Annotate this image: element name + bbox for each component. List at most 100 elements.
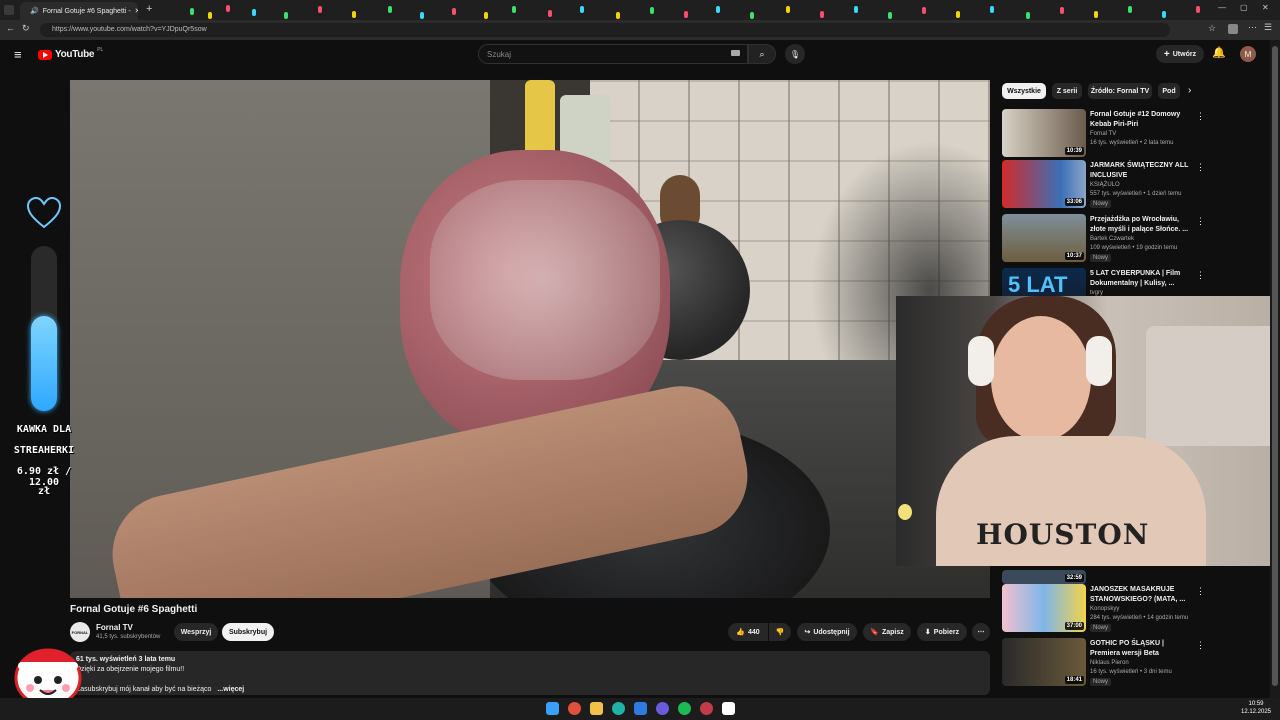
folder-icon[interactable] [590,702,603,715]
chip-source[interactable]: Źródło: Fornal TV [1088,83,1152,99]
description-line: Zasubskrybuj mój kanał aby być na bieżąc… [76,686,245,693]
video-title[interactable]: 5 LAT CYBERPUNKA | Film Dokumentalny | K… [1090,269,1194,289]
video-title[interactable]: GOTHIC PO ŚLĄSKU | Premiera wersji Beta [1090,639,1194,659]
save-button[interactable]: 🔖 Zapisz [863,623,911,641]
video-player[interactable] [70,80,990,598]
youtube-logo[interactable]: YouTube PL [38,46,104,60]
video-meta: 16 tys. wyświetleń • 3 dni temu [1090,669,1172,675]
start-icon[interactable] [546,702,559,715]
thumbnail[interactable]: 33:06 [1002,160,1086,208]
minimize-icon[interactable]: — [1218,3,1226,12]
channel-name[interactable]: Niklaus Pieron [1090,660,1129,666]
donation-title-line2: STREAHERKI [13,445,75,456]
video-title[interactable]: JANOSZEK MASAKRUJE STANOWSKIEGO? (MATA, … [1090,585,1194,605]
close-window-icon[interactable]: ✕ [1262,3,1269,12]
search-input[interactable]: Szukaj [478,44,748,64]
keyboard-icon[interactable] [731,50,740,56]
taskbar-app-icon[interactable] [722,702,735,715]
star-icon[interactable]: ☆ [1208,23,1216,34]
list-item[interactable]: 5 LAT 5 LAT CYBERPUNKA | Film Dokumental… [1002,268,1272,296]
more-icon[interactable]: ⋮ [1196,640,1205,651]
list-item[interactable]: 10:39 Fornal Gotuje #12 Domowy Kebab Pir… [1002,109,1272,157]
channel-name[interactable]: KSIĄŻULO [1090,182,1120,188]
back-icon[interactable]: ← [6,23,15,33]
spotify-icon[interactable] [678,702,691,715]
headphones [968,336,994,386]
more-icon[interactable]: ⋮ [1196,216,1205,227]
webcam-overlay: HOUSTON [896,296,1280,566]
video-title[interactable]: Fornal Gotuje #12 Domowy Kebab Piri-Piri [1090,110,1194,130]
speaker-icon[interactable]: 🔊 [30,7,39,15]
chip-more[interactable]: Pod [1158,83,1180,99]
create-button[interactable]: + Utwórz [1156,45,1204,63]
region-code: PL [97,46,104,53]
sidebar-toggle-icon[interactable]: ☰ [1264,22,1272,33]
more-icon[interactable]: ⋮ [1196,586,1205,597]
system-clock[interactable]: 10:59 12.12.2025 [1236,700,1276,716]
bell-icon[interactable]: 🔔 [1212,46,1226,59]
channel-name-main[interactable]: Fornal TV [96,623,133,632]
plus-icon: + [1163,48,1170,60]
url-field[interactable]: https://www.youtube.com/watch?v=YJDpuQr5… [40,23,1170,37]
more-icon[interactable]: ⋮ [1196,162,1205,173]
like-icon: 👍 [736,629,746,636]
duration-badge: 32:59 [1064,574,1084,582]
chip-series[interactable]: Z serii [1052,83,1082,99]
list-item[interactable]: 32:59 [1002,570,1272,584]
edge-icon[interactable] [612,702,625,715]
channel-name[interactable]: Bartek Czwartek [1090,236,1134,242]
thumbnail[interactable]: 37:00 [1002,584,1086,632]
video-meta: 557 tys. wyświetleń • 1 dzień temu [1090,191,1182,197]
list-item[interactable]: 18:41 GOTHIC PO ŚLĄSKU | Premiera wersji… [1002,638,1272,686]
new-badge: Nowy [1090,254,1112,262]
browser-tab-active[interactable]: 🔊 Fornal Gotuje #6 Spaghetti - ✕ [20,2,138,20]
duck-figurine [898,504,912,520]
mic-button[interactable]: 🎙 [785,44,805,64]
maximize-icon[interactable]: ▢ [1240,3,1248,12]
taskbar-app-icon[interactable] [634,702,647,715]
extensions-icon[interactable] [1228,24,1238,34]
list-item[interactable]: 10:37 Przejażdżka po Wrocławiu, złote my… [1002,214,1272,262]
like-count: 440 [748,628,760,636]
hoodie-text: HOUSTON [976,518,1150,551]
video-title[interactable]: JARMARK ŚWIĄTECZNY ALL INCLUSIVE [1090,161,1194,181]
taskbar-app-icon[interactable] [700,702,713,715]
avatar[interactable]: M [1240,46,1256,62]
new-tab-button[interactable]: + [146,3,152,15]
chip-all[interactable]: Wszystkie [1002,83,1046,99]
video-stats: 61 tys. wyświetleń 3 lata temu [76,656,176,663]
share-button[interactable]: ↪ Udostępnij [797,623,857,641]
thumbnail[interactable]: 10:39 [1002,109,1086,157]
video-title[interactable]: Przejażdżka po Wrocławiu, złote myśli i … [1090,215,1194,235]
channel-name[interactable]: Fornal TV [1090,131,1116,137]
list-item[interactable]: 33:06 JARMARK ŚWIĄTECZNY ALL INCLUSIVE K… [1002,160,1272,208]
more-icon[interactable]: ⋮ [1196,270,1205,281]
taskbar-app-icon[interactable] [568,702,581,715]
like-button[interactable]: 👍 440 [728,623,768,641]
dislike-button[interactable]: 👎 [769,623,791,641]
channel-name[interactable]: Konopskyy [1090,606,1119,612]
menu-icon[interactable]: ≡ [14,47,22,62]
thumbnail[interactable]: 5 LAT [1002,268,1086,296]
thumbnail[interactable]: 10:37 [1002,214,1086,262]
tab-close-icon[interactable]: ✕ [135,7,138,15]
search-icon: ⌕ [759,48,765,59]
support-button[interactable]: Wesprzyj [174,623,218,641]
scrollbar-thumb[interactable] [1272,46,1278,686]
video-meta: 284 tys. wyświetleń • 14 godzin temu [1090,615,1189,621]
download-button[interactable]: ⬇ Pobierz [917,623,967,641]
thumbnail[interactable]: 18:41 [1002,638,1086,686]
subscribe-button[interactable]: Subskrybuj [222,623,274,641]
search-button[interactable]: ⌕ [748,44,776,64]
more-link[interactable]: ...więcej [217,686,244,693]
more-icon[interactable]: ⋮ [1196,111,1205,122]
list-item[interactable]: 37:00 JANOSZEK MASAKRUJE STANOWSKIEGO? (… [1002,584,1272,632]
browser-menu-dots-icon[interactable]: ⋯ [1248,22,1257,33]
taskbar-app-icon[interactable] [656,702,669,715]
duration-badge: 10:39 [1064,147,1084,155]
reload-icon[interactable]: ↻ [22,23,30,34]
more-actions-button[interactable]: ⋯ [972,623,990,641]
chevron-right-icon[interactable]: › [1188,85,1191,96]
thumbnail[interactable]: 32:59 [1002,570,1086,584]
browser-menu-icon[interactable] [4,5,14,15]
